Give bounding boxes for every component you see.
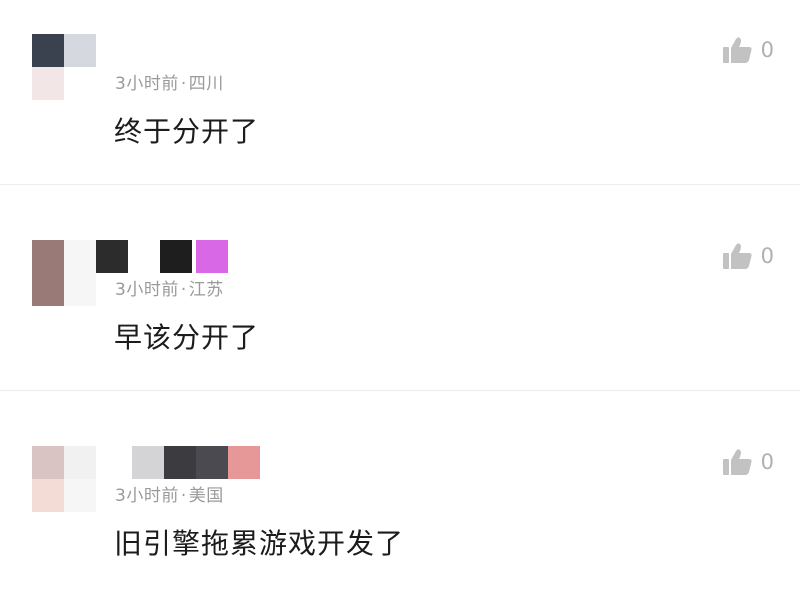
comment-text: 早该分开了: [114, 321, 260, 354]
comment-location: 四川: [188, 74, 224, 94]
thumbs-up-icon: [722, 448, 753, 476]
comment-text: 旧引擎拖累游戏开发了: [114, 527, 405, 560]
comment-meta: 3小时前 · 四川: [115, 69, 224, 94]
comment-text: 终于分开了: [114, 115, 260, 148]
comment-meta: 3小时前 · 美国: [115, 481, 224, 506]
comment-item: 3小时前 · 美国 旧引擎拖累游戏开发了 0: [0, 404, 800, 610]
like-count: 0: [760, 38, 774, 62]
thumbs-up-icon: [722, 36, 753, 64]
comment-item: 3小时前 · 江苏 早该分开了 0: [0, 198, 800, 404]
comment-time: 3小时前: [115, 280, 179, 300]
like-button[interactable]: 0: [722, 448, 774, 476]
comment-location: 江苏: [188, 280, 224, 300]
like-count: 0: [760, 244, 774, 268]
separator: ·: [180, 280, 187, 300]
comment-meta: 3小时前 · 江苏: [115, 275, 224, 300]
comment-location: 美国: [188, 486, 224, 506]
like-button[interactable]: 0: [722, 242, 774, 270]
comment-time: 3小时前: [115, 74, 179, 94]
like-button[interactable]: 0: [722, 36, 774, 64]
separator: ·: [180, 486, 187, 506]
divider: [0, 184, 800, 185]
divider: [0, 390, 800, 391]
separator: ·: [180, 74, 187, 94]
comment-time: 3小时前: [115, 486, 179, 506]
like-count: 0: [760, 450, 774, 474]
thumbs-up-icon: [722, 242, 753, 270]
comment-item: 3小时前 · 四川 终于分开了 0: [0, 0, 800, 198]
